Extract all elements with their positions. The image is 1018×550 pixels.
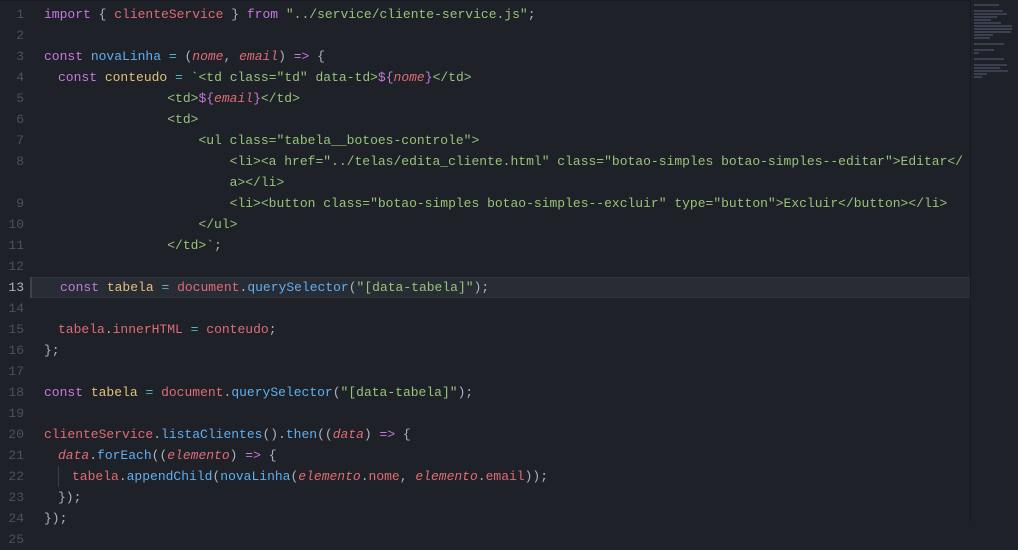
line-number: 6 [0, 109, 32, 130]
minimap-line [974, 70, 1008, 72]
line-number: 13 [0, 277, 32, 298]
code-line[interactable]: <li><button class="botao-simples botao-s… [32, 193, 1018, 214]
line-number: 9 [0, 193, 32, 214]
line-number: 21 [0, 445, 32, 466]
minimap-line [974, 76, 982, 78]
line-number: 5 [0, 88, 32, 109]
line-number: 11 [0, 235, 32, 256]
code-line[interactable]: tabela.appendChild(novaLinha(elemento.no… [32, 466, 1018, 487]
code-line[interactable]: import { clienteService } from "../servi… [32, 4, 1018, 25]
code-line[interactable] [32, 298, 1018, 319]
code-line[interactable]: const conteudo = `<td class="td" data-td… [32, 67, 1018, 88]
code-line[interactable] [32, 529, 1018, 550]
line-number: 2 [0, 25, 32, 46]
line-number: 22 [0, 466, 32, 487]
code-line[interactable]: </td>`; [32, 235, 1018, 256]
code-line[interactable]: <td> [32, 109, 1018, 130]
minimap-line [974, 49, 994, 51]
minimap-line [974, 73, 987, 75]
line-number-gutter: 12345678 9101112131415161718192021222324… [0, 2, 32, 523]
code-line[interactable]: <td>${email}</td> [32, 88, 1018, 109]
line-number: 4 [0, 67, 32, 88]
line-number: 3 [0, 46, 32, 67]
minimap-line [974, 28, 1012, 30]
code-line[interactable]: const tabela = document.querySelector("[… [32, 382, 1018, 403]
code-line[interactable] [32, 361, 1018, 382]
minimap-line [974, 4, 999, 6]
line-number: 18 [0, 382, 32, 403]
code-line[interactable]: <ul class="tabela__botoes-controle"> [32, 130, 1018, 151]
line-number: 8 [0, 151, 32, 172]
code-line-wrap[interactable]: a></li> [32, 172, 1018, 193]
line-number: 23 [0, 487, 32, 508]
code-line[interactable] [32, 256, 1018, 277]
minimap[interactable] [970, 0, 1018, 521]
minimap-line [974, 37, 990, 39]
line-number: 10 [0, 214, 32, 235]
minimap-line [974, 34, 993, 36]
line-number: 25 [0, 529, 32, 550]
code-line[interactable]: <li><a href="../telas/edita_cliente.html… [32, 151, 1018, 172]
code-line[interactable] [32, 403, 1018, 424]
minimap-line [974, 19, 991, 21]
code-line[interactable] [32, 25, 1018, 46]
code-line[interactable]: const novaLinha = (nome, email) => { [32, 46, 1018, 67]
code-line[interactable]: data.forEach((elemento) => { [32, 445, 1018, 466]
code-line[interactable]: }); [32, 508, 1018, 529]
code-line[interactable]: const tabela = document.querySelector("[… [30, 277, 1018, 298]
code-line[interactable]: }; [32, 340, 1018, 361]
line-number: 12 [0, 256, 32, 277]
line-number: 19 [0, 403, 32, 424]
minimap-line [974, 52, 979, 54]
code-editor[interactable]: 12345678 9101112131415161718192021222324… [0, 2, 1018, 523]
line-number: 14 [0, 298, 32, 319]
code-area[interactable]: import { clienteService } from "../servi… [32, 2, 1018, 523]
code-line[interactable]: }); [32, 487, 1018, 508]
minimap-line [974, 43, 1004, 45]
line-number: 16 [0, 340, 32, 361]
minimap-line [974, 31, 1011, 33]
code-line[interactable]: clienteService.listaClientes().then((dat… [32, 424, 1018, 445]
minimap-line [974, 64, 1007, 66]
code-line[interactable]: tabela.innerHTML = conteudo; [32, 319, 1018, 340]
minimap-line [974, 16, 997, 18]
minimap-line [974, 58, 1004, 60]
line-number: 20 [0, 424, 32, 445]
line-number: 15 [0, 319, 32, 340]
minimap-line [974, 22, 1001, 24]
line-number: 24 [0, 508, 32, 529]
line-number: 1 [0, 4, 32, 25]
minimap-line [974, 13, 1007, 15]
minimap-line [974, 10, 1003, 12]
line-number: 17 [0, 361, 32, 382]
minimap-line [974, 67, 1000, 69]
minimap-line [974, 25, 1012, 27]
code-line[interactable]: </ul> [32, 214, 1018, 235]
line-number: 7 [0, 130, 32, 151]
